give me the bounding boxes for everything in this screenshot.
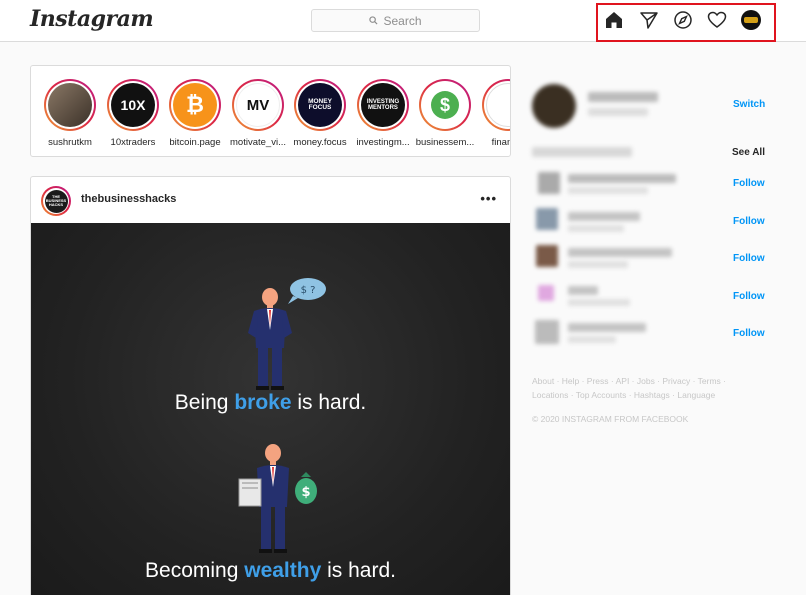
story-avatar: $ [423, 83, 467, 127]
top-navigation-bar: Instagram Search [0, 0, 806, 42]
search-icon [369, 16, 378, 25]
caption-line-2: Becoming wealthy is hard. [145, 559, 396, 582]
post-image[interactable]: $ ? Being broke is hard. $ Becoming weal… [31, 223, 510, 595]
suggestion-username-blurred [568, 286, 598, 295]
story-username: sushrutkm [48, 137, 92, 148]
footer-links[interactable]: About · Help · Press · API · Jobs · Priv… [532, 374, 762, 402]
suggestion-username-blurred [568, 248, 672, 257]
story-avatar: MONEY FOCUS [298, 83, 342, 127]
story-username: motivate_vi... [230, 137, 286, 148]
follow-button[interactable]: Follow [733, 178, 765, 189]
activity-heart-icon[interactable] [707, 10, 727, 30]
suggestion-subtitle-blurred [568, 225, 624, 232]
profile-avatar[interactable] [741, 10, 761, 30]
story-username: investingm... [356, 137, 410, 148]
suggestion-avatar-blurred [535, 320, 559, 344]
story-avatar: 10X [111, 83, 155, 127]
story-item[interactable]: INVESTING MENTORS investingm... [353, 79, 413, 148]
story-item[interactable]: MONEY FOCUS money.focus [290, 79, 350, 148]
story-avatar: MV [236, 83, 280, 127]
story-avatar: INVESTING MENTORS [361, 83, 405, 127]
caption-line-1: Being broke is hard. [174, 391, 367, 414]
suggestion-username-blurred [568, 174, 676, 183]
story-item[interactable]: financia [478, 79, 510, 148]
suggestion-avatar-blurred [538, 172, 560, 194]
suggestion-avatar-blurred [536, 208, 558, 230]
story-username: bitcoin.page [169, 137, 221, 148]
post-username[interactable]: thebusinesshacks [81, 193, 176, 205]
copyright-text: © 2020 INSTAGRAM FROM FACEBOOK [532, 414, 689, 424]
post-author-avatar[interactable]: THE BUSINESS HACKS [41, 186, 71, 216]
direct-message-icon[interactable] [639, 10, 659, 30]
feed-post: THE BUSINESS HACKS thebusinesshacks ••• … [30, 176, 511, 595]
suggestion-avatar-blurred [536, 245, 558, 267]
broke-man-illustration: $ ? [248, 278, 326, 390]
suggestion-subtitle-blurred [568, 187, 648, 194]
suggestion-subtitle-blurred [568, 299, 630, 306]
suggestion-username-blurred [568, 212, 640, 221]
suggestion-subtitle-blurred [568, 336, 616, 343]
story-avatar [486, 83, 510, 127]
post-header: THE BUSINESS HACKS thebusinesshacks ••• [31, 177, 510, 223]
story-username: businessem... [415, 137, 475, 148]
suggestions-heading-blurred [532, 147, 632, 157]
suggestion-subtitle-blurred [568, 261, 628, 268]
current-fullname-blurred [588, 108, 648, 116]
instagram-logo[interactable]: Instagram [30, 6, 154, 32]
current-username-blurred [588, 92, 658, 102]
current-user-avatar[interactable] [532, 84, 576, 128]
suggestion-username-blurred [568, 323, 646, 332]
search-input[interactable]: Search [311, 9, 480, 32]
follow-button[interactable]: Follow [733, 291, 765, 302]
stories-tray: sushrutkm 10X 10xtraders ₿ bitcoin.page … [30, 65, 511, 157]
follow-button[interactable]: Follow [733, 216, 765, 227]
post-options-button[interactable]: ••• [480, 191, 497, 206]
suggestion-avatar-blurred [538, 285, 554, 301]
see-all-button[interactable]: See All [732, 147, 765, 158]
follow-button[interactable]: Follow [733, 253, 765, 264]
money-bag-symbol: $ [301, 485, 310, 500]
search-placeholder: Search [383, 13, 422, 28]
switch-account-button[interactable]: Switch [733, 99, 765, 110]
story-item[interactable]: $ businessem... [415, 79, 475, 148]
home-icon[interactable] [604, 10, 624, 30]
explore-icon[interactable] [673, 10, 693, 30]
story-item[interactable]: MV motivate_vi... [228, 79, 288, 148]
profile-avatar-image [744, 17, 758, 23]
story-item[interactable]: sushrutkm [40, 79, 100, 148]
story-username: money.focus [293, 137, 347, 148]
wealthy-man-illustration: $ [238, 444, 317, 553]
story-avatar: ₿ [173, 83, 217, 127]
story-item[interactable]: ₿ bitcoin.page [165, 79, 225, 148]
story-item[interactable]: 10X 10xtraders [103, 79, 163, 148]
story-avatar [48, 83, 92, 127]
speech-bubble-text: $ ? [301, 285, 316, 296]
story-username: 10xtraders [110, 137, 156, 148]
follow-button[interactable]: Follow [733, 328, 765, 339]
story-username: financia [491, 137, 510, 148]
